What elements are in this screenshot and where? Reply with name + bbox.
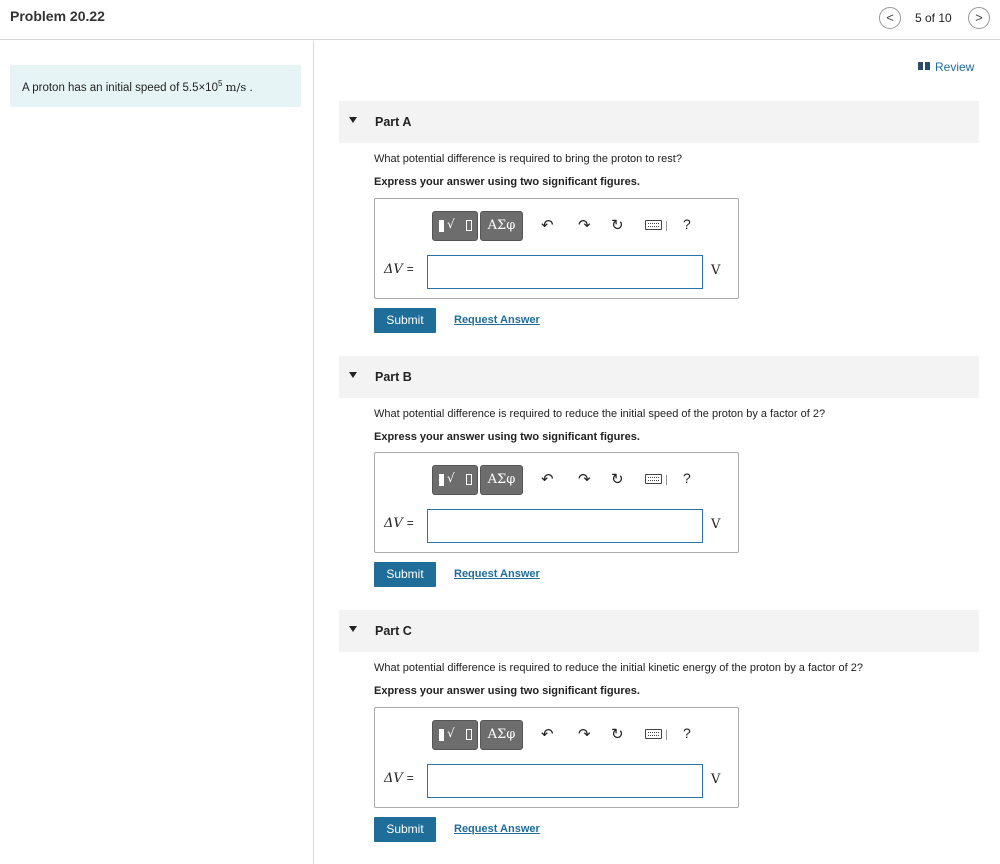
part-c-question: What potential difference is required to…: [374, 662, 863, 674]
template-box-icon: [466, 220, 472, 231]
review-link[interactable]: Review: [918, 60, 974, 74]
part-b-submit-button[interactable]: Submit: [374, 562, 436, 587]
part-a-submit-button[interactable]: Submit: [374, 308, 436, 333]
help-icon[interactable]: ?: [683, 725, 691, 741]
problem-text: A proton has an initial speed of 5.5×10: [22, 81, 218, 94]
redo-icon[interactable]: ↷: [578, 217, 591, 233]
template-square-icon: [439, 474, 444, 486]
delta-v-label: ΔV =: [384, 516, 414, 531]
problem-statement-pane: A proton has an initial speed of 5.5×105…: [0, 41, 314, 864]
variable-symbol: ΔV: [384, 262, 403, 277]
part-a-label: Part A: [375, 115, 412, 129]
keyboard-icon[interactable]: [645, 220, 662, 230]
greek-symbols-button[interactable]: ΑΣφ: [480, 720, 523, 750]
undo-icon[interactable]: ↶: [541, 471, 554, 487]
keyboard-icon[interactable]: [645, 474, 662, 484]
keyboard-icon[interactable]: [645, 729, 662, 739]
part-a-answer-input[interactable]: [427, 255, 703, 289]
part-a-answer-box: √ ΑΣφ ↶ ↷ ↻ ? ΔV = V: [374, 198, 739, 299]
problem-statement: A proton has an initial speed of 5.5×105…: [10, 65, 301, 107]
toolbar-divider: [666, 730, 667, 740]
part-b-header[interactable]: Part B: [339, 356, 979, 398]
part-c-instruction: Express your answer using two significan…: [374, 685, 640, 697]
templates-button[interactable]: √: [432, 211, 478, 241]
variable-symbol: ΔV: [384, 771, 403, 786]
part-a-header[interactable]: Part A: [339, 101, 979, 143]
problem-exponent: 5: [217, 79, 223, 88]
next-problem-button[interactable]: >: [968, 7, 990, 29]
equals-sign: =: [406, 771, 414, 785]
help-icon[interactable]: ?: [683, 470, 691, 486]
help-icon[interactable]: ?: [683, 216, 691, 232]
reset-icon[interactable]: ↻: [611, 726, 624, 742]
previous-problem-button[interactable]: <: [879, 7, 901, 29]
collapse-triangle-icon: [349, 372, 357, 378]
problem-title: Problem 20.22: [10, 8, 105, 24]
redo-icon[interactable]: ↷: [578, 726, 591, 742]
part-b-request-answer-link[interactable]: Request Answer: [454, 568, 540, 580]
problem-period: .: [249, 81, 253, 94]
part-c-label: Part C: [375, 624, 412, 638]
radical-icon: √: [447, 217, 455, 231]
part-b-question: What potential difference is required to…: [374, 408, 826, 420]
radical-icon: √: [447, 471, 455, 485]
collapse-triangle-icon: [349, 117, 357, 123]
greek-symbols-button[interactable]: ΑΣφ: [480, 211, 523, 241]
redo-icon[interactable]: ↷: [578, 471, 591, 487]
part-b-answer-input[interactable]: [427, 509, 703, 543]
templates-button[interactable]: √: [432, 465, 478, 495]
template-box-icon: [466, 474, 472, 485]
template-square-icon: [439, 729, 444, 741]
equals-sign: =: [406, 262, 414, 276]
radical-icon: √: [447, 726, 455, 740]
unit-label: V: [711, 517, 721, 532]
part-c-request-answer-link[interactable]: Request Answer: [454, 823, 540, 835]
part-b-label: Part B: [375, 370, 412, 384]
book-icon: [918, 62, 930, 70]
collapse-triangle-icon: [349, 626, 357, 632]
part-b-answer-box: √ ΑΣφ ↶ ↷ ↻ ? ΔV = V: [374, 452, 739, 553]
top-bar: Problem 20.22 < 5 of 10 >: [0, 0, 1000, 40]
template-box-icon: [466, 729, 472, 740]
chevron-right-icon: >: [975, 10, 983, 25]
equals-sign: =: [406, 516, 414, 530]
part-a-instruction: Express your answer using two significan…: [374, 176, 640, 188]
greek-symbols-button[interactable]: ΑΣφ: [480, 465, 523, 495]
part-a-question: What potential difference is required to…: [374, 153, 682, 165]
part-b-instruction: Express your answer using two significan…: [374, 431, 640, 443]
part-c-header[interactable]: Part C: [339, 610, 979, 652]
part-a-request-answer-link[interactable]: Request Answer: [454, 314, 540, 326]
templates-button[interactable]: √: [432, 720, 478, 750]
undo-icon[interactable]: ↶: [541, 726, 554, 742]
toolbar-divider: [666, 475, 667, 485]
problem-unit: m/s: [225, 79, 247, 94]
part-c-answer-box: √ ΑΣφ ↶ ↷ ↻ ? ΔV = V: [374, 707, 739, 808]
unit-label: V: [711, 772, 721, 787]
part-c-submit-button[interactable]: Submit: [374, 817, 436, 842]
reset-icon[interactable]: ↻: [611, 217, 624, 233]
variable-symbol: ΔV: [384, 516, 403, 531]
undo-icon[interactable]: ↶: [541, 217, 554, 233]
template-square-icon: [439, 220, 444, 232]
review-label: Review: [935, 60, 975, 74]
chevron-left-icon: <: [886, 10, 894, 25]
reset-icon[interactable]: ↻: [611, 471, 624, 487]
toolbar-divider: [666, 221, 667, 231]
unit-label: V: [711, 263, 721, 278]
problem-counter: 5 of 10: [915, 11, 952, 25]
delta-v-label: ΔV =: [384, 771, 414, 786]
part-c-answer-input[interactable]: [427, 764, 703, 798]
delta-v-label: ΔV =: [384, 262, 414, 277]
